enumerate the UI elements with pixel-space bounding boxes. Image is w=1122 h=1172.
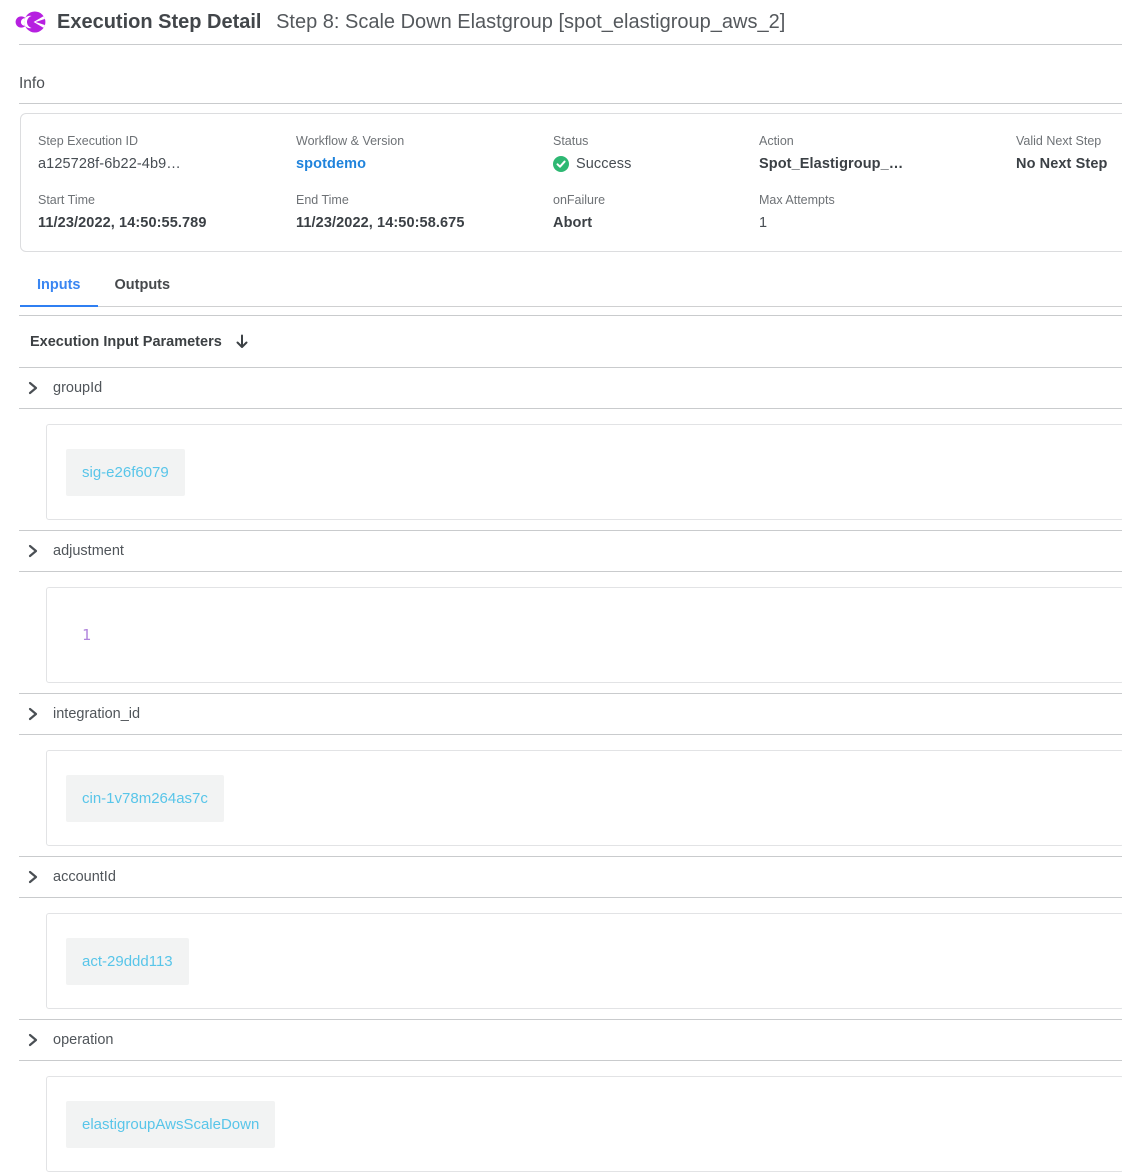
divider xyxy=(19,1060,1122,1061)
field-step-execution-id: Step Execution ID a125728f-6b22-4b9… xyxy=(38,134,296,172)
field-on-failure: onFailure Abort xyxy=(553,193,759,231)
page-title-step: Step 8: Scale Down Elastgroup [spot_elas… xyxy=(276,11,785,33)
chevron-right-icon[interactable] xyxy=(27,707,39,721)
tab-inputs[interactable]: Inputs xyxy=(20,267,98,307)
param-value-chip[interactable]: act-29ddd113 xyxy=(66,938,189,985)
field-value: a125728f-6b22-4b9… xyxy=(38,156,296,172)
tab-bar: Inputs Outputs xyxy=(20,267,1122,307)
field-label: Valid Next Step xyxy=(1016,134,1122,148)
info-card: Step Execution ID a125728f-6b22-4b9… Wor… xyxy=(20,113,1122,252)
divider xyxy=(19,408,1122,409)
param-name: adjustment xyxy=(53,543,124,559)
field-label: Max Attempts xyxy=(759,193,1016,207)
divider xyxy=(19,734,1122,735)
param-value-panel-operation: elastigroupAwsScaleDown xyxy=(46,1076,1122,1172)
param-value-chip[interactable]: cin-1v78m264as7c xyxy=(66,775,224,822)
field-value: 11/23/2022, 14:50:55.789 xyxy=(38,215,296,231)
execution-input-parameters-title: Execution Input Parameters xyxy=(30,334,222,350)
field-value: Abort xyxy=(553,215,759,231)
field-label: Action xyxy=(759,134,1016,148)
param-value-chip[interactable]: elastigroupAwsScaleDown xyxy=(66,1101,275,1148)
param-row-groupid[interactable]: groupId xyxy=(0,368,1122,408)
param-value-panel-accountid: act-29ddd113 xyxy=(46,913,1122,1009)
field-label: Workflow & Version xyxy=(296,134,553,148)
field-value: Spot_Elastigroup_… xyxy=(759,156,1016,172)
chevron-right-icon[interactable] xyxy=(27,544,39,558)
param-value-number[interactable]: 1 xyxy=(66,626,91,644)
info-section-heading: Info xyxy=(19,45,1122,103)
param-value-chip[interactable]: sig-e26f6079 xyxy=(66,449,185,496)
divider xyxy=(19,571,1122,572)
field-label: Step Execution ID xyxy=(38,134,296,148)
param-name: operation xyxy=(53,1032,113,1048)
chevron-right-icon[interactable] xyxy=(27,870,39,884)
field-label: End Time xyxy=(296,193,553,207)
field-max-attempts: Max Attempts 1 xyxy=(759,193,1016,231)
chevron-right-icon[interactable] xyxy=(27,381,39,395)
page-title-main: Execution Step Detail xyxy=(57,11,262,33)
param-row-operation[interactable]: operation xyxy=(0,1020,1122,1060)
param-name: integration_id xyxy=(53,706,140,722)
workflow-link[interactable]: spotdemo xyxy=(296,156,553,172)
param-row-accountid[interactable]: accountId xyxy=(0,857,1122,897)
param-row-adjustment[interactable]: adjustment xyxy=(0,531,1122,571)
field-value: No Next Step xyxy=(1016,156,1122,172)
success-icon xyxy=(553,156,569,172)
param-value-panel-adjustment: 1 xyxy=(46,587,1122,683)
field-status: Status Success xyxy=(553,134,759,172)
divider xyxy=(19,103,1122,104)
field-end-time: End Time 11/23/2022, 14:50:58.675 xyxy=(296,193,553,231)
spot-logo-icon xyxy=(8,3,46,41)
field-label: Status xyxy=(553,134,759,148)
tab-outputs[interactable]: Outputs xyxy=(98,267,188,306)
field-start-time: Start Time 11/23/2022, 14:50:55.789 xyxy=(38,193,296,231)
field-value: 11/23/2022, 14:50:58.675 xyxy=(296,215,553,231)
param-row-integration-id[interactable]: integration_id xyxy=(0,694,1122,734)
param-value-panel-integration-id: cin-1v78m264as7c xyxy=(46,750,1122,846)
chevron-right-icon[interactable] xyxy=(27,1033,39,1047)
arrow-down-icon[interactable] xyxy=(235,334,249,350)
param-name: accountId xyxy=(53,869,116,885)
field-label: Start Time xyxy=(38,193,296,207)
param-value-panel-groupid: sig-e26f6079 xyxy=(46,424,1122,520)
status-badge: Success xyxy=(553,156,759,172)
field-workflow-version: Workflow & Version spotdemo xyxy=(296,134,553,172)
field-valid-next-step: Valid Next Step No Next Step xyxy=(1016,134,1122,172)
status-text: Success xyxy=(576,156,632,172)
page-header: Execution Step Detail Step 8: Scale Down… xyxy=(0,0,1122,44)
divider xyxy=(19,897,1122,898)
execution-input-parameters-header: Execution Input Parameters xyxy=(0,316,1122,367)
field-action: Action Spot_Elastigroup_… xyxy=(759,134,1016,172)
page-title: Execution Step Detail Step 8: Scale Down… xyxy=(57,11,785,34)
field-value: 1 xyxy=(759,215,1016,231)
param-name: groupId xyxy=(53,380,102,396)
field-label: onFailure xyxy=(553,193,759,207)
